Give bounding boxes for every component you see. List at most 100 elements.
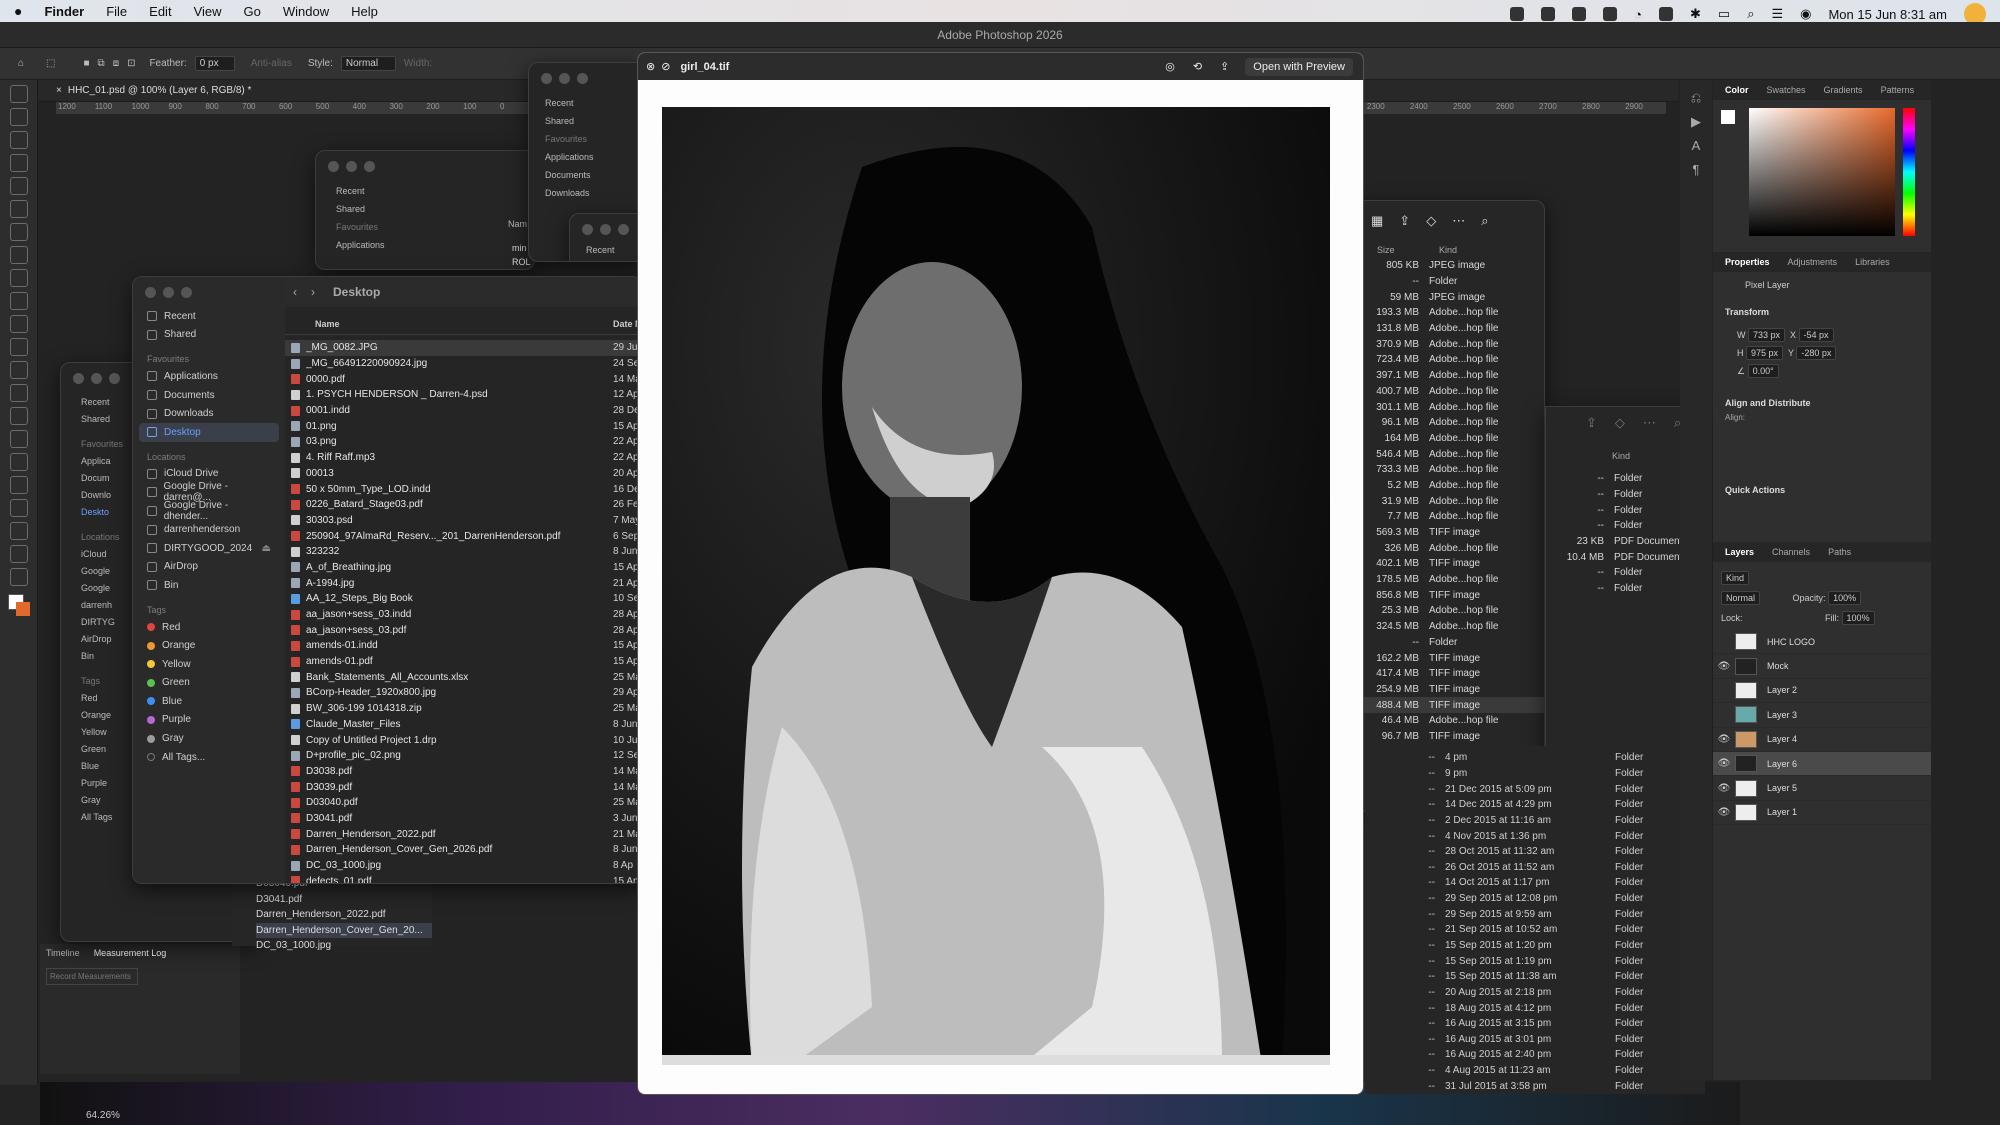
tab-layers[interactable]: Layers <box>1725 547 1754 557</box>
zoom-button[interactable] <box>181 287 192 298</box>
file-row[interactable]: 0000.pdf 14 Ma <box>285 371 641 387</box>
type-tool-icon[interactable] <box>10 453 28 471</box>
layer-row[interactable]: 👁 Mock <box>1713 654 1931 679</box>
foreground-swatch[interactable] <box>1721 110 1735 124</box>
minimize-button[interactable] <box>346 161 357 172</box>
sidebar-item-shared[interactable]: Shared <box>336 200 534 218</box>
style-select[interactable]: Normal <box>340 56 396 71</box>
layer-row[interactable]: Layer 3 <box>1713 703 1931 728</box>
tab-measurement-log[interactable]: Measurement Log <box>94 948 167 958</box>
file-row[interactable]: 7.7 MB Adobe...hop file <box>1361 509 1544 525</box>
file-row[interactable]: -- 2 Dec 2015 at 11:16 am Folder <box>1365 813 1705 829</box>
new-selection-icon[interactable]: ■ <box>84 58 90 69</box>
align-title[interactable]: Align and Distribute <box>1725 398 1811 408</box>
visibility-eye-icon[interactable]: 👁 <box>1713 807 1735 818</box>
status-icon[interactable] <box>1541 7 1556 21</box>
sidebar-item-downloads[interactable]: Downloads <box>133 404 285 423</box>
file-row[interactable]: 193.3 MB Adobe...hop file <box>1361 305 1544 321</box>
bluetooth-icon[interactable]: ✱ <box>1690 6 1701 22</box>
file-row[interactable]: 856.8 MB TIFF image <box>1361 587 1544 603</box>
more-icon[interactable]: ⋯ <box>1643 415 1656 431</box>
file-row[interactable]: amends-01.indd 15 Ap <box>285 638 641 654</box>
close-button[interactable] <box>582 224 593 235</box>
brush-tool-icon[interactable] <box>10 269 28 287</box>
column-header-name[interactable]: Name <box>315 319 613 334</box>
record-measurements-button[interactable]: Record Measurements <box>46 968 138 985</box>
file-row[interactable]: Darren_Henderson_Cover_Gen_2026.pdf 8 Jun <box>285 842 641 858</box>
file-row[interactable]: 723.4 MB Adobe...hop file <box>1361 352 1544 368</box>
file-row[interactable]: _MG_66491220090924.jpg 24 Se <box>285 356 641 372</box>
status-icon[interactable] <box>1510 7 1525 21</box>
file-row[interactable]: 546.4 MB Adobe...hop file <box>1361 446 1544 462</box>
back-icon[interactable]: ‹ <box>293 285 297 299</box>
file-row[interactable]: -- 4 pm Folder <box>1365 750 1705 766</box>
zoom-button[interactable] <box>618 224 629 235</box>
wifi-icon[interactable]: ◔ <box>1634 7 1642 22</box>
file-row[interactable]: Copy of Untitled Project 1.drp 10 Ju <box>285 732 641 748</box>
file-row[interactable]: -- 15 Sep 2015 at 1:20 pm Folder <box>1365 938 1705 954</box>
sidebar-item[interactable]: Downloads <box>545 184 647 202</box>
close-button[interactable] <box>541 73 552 84</box>
file-row[interactable]: -- 21 Dec 2015 at 5:09 pm Folder <box>1365 781 1705 797</box>
color-picker[interactable] <box>1749 108 1895 236</box>
feather-input[interactable]: 0 px <box>194 56 235 71</box>
sidebar-item-home[interactable]: darrenhenderson <box>133 520 285 539</box>
tab-adjustments[interactable]: Adjustments <box>1788 257 1838 267</box>
sidebar-item-applications[interactable]: Applications <box>133 367 285 386</box>
marquee-tool-icon[interactable] <box>10 108 28 126</box>
frame-tool-icon[interactable] <box>10 200 28 218</box>
column-header-size[interactable]: Size <box>1361 245 1439 255</box>
file-row[interactable]: -- 4 Aug 2015 at 11:23 am Folder <box>1365 1063 1705 1079</box>
menu-file[interactable]: File <box>106 4 127 19</box>
home-icon[interactable]: ⌂ <box>18 58 24 69</box>
zoom-button[interactable] <box>109 373 120 384</box>
column-header-kind[interactable]: Kind <box>1612 451 1630 461</box>
status-icon[interactable] <box>1603 7 1618 21</box>
file-row[interactable]: 0226_Batard_Stage03.pdf 26 Fe <box>285 497 641 513</box>
file-row[interactable]: 323232 8 Jun <box>285 544 641 560</box>
file-row[interactable]: D03040.pdf 25 Ma <box>285 795 641 811</box>
fullscreen-icon[interactable]: ⊘ <box>661 60 670 73</box>
layer-row[interactable]: 👁 Layer 5 <box>1713 776 1931 801</box>
add-selection-icon[interactable]: ⧉ <box>98 58 105 69</box>
healing-tool-icon[interactable] <box>10 246 28 264</box>
tag-item[interactable]: Purple <box>133 711 285 730</box>
file-row[interactable]: 178.5 MB Adobe...hop file <box>1361 572 1544 588</box>
file-row[interactable]: D3038.pdf 14 Ma <box>285 764 641 780</box>
list-item[interactable]: ROL <box>512 257 531 267</box>
file-row[interactable]: 30303.psd 7 May <box>285 513 641 529</box>
file-row[interactable]: 301.1 MB Adobe...hop file <box>1361 399 1544 415</box>
zoom-button[interactable] <box>577 73 588 84</box>
clock[interactable]: Mon 15 Jun 8:31 am <box>1828 7 1947 22</box>
eyedropper-tool-icon[interactable] <box>10 223 28 241</box>
menu-view[interactable]: View <box>194 4 222 19</box>
file-row[interactable]: -- 14 Dec 2015 at 4:29 pm Folder <box>1365 797 1705 813</box>
visibility-eye-icon[interactable]: 👁 <box>1713 734 1735 745</box>
file-row[interactable]: -- 29 Sep 2015 at 12:08 pm Folder <box>1365 891 1705 907</box>
visibility-eye-icon[interactable]: 👁 <box>1713 783 1735 794</box>
fill-input[interactable]: 100% <box>1841 611 1875 625</box>
tab-paths[interactable]: Paths <box>1828 547 1851 557</box>
marquee-icon[interactable]: ⬚ <box>46 58 55 69</box>
share-icon[interactable]: ⇪ <box>1220 60 1229 73</box>
tag-item[interactable]: All Tags... <box>133 748 285 767</box>
tag-icon[interactable]: ◇ <box>1615 415 1625 431</box>
subtract-selection-icon[interactable]: ⧈ <box>113 58 119 69</box>
control-center-icon[interactable]: ☰ <box>1771 6 1783 22</box>
tab-patterns[interactable]: Patterns <box>1881 85 1915 95</box>
sidebar-item-shared[interactable]: Shared <box>545 112 647 130</box>
file-row[interactable]: 805 KB JPEG image <box>1361 258 1544 274</box>
hand-tool-icon[interactable] <box>10 522 28 540</box>
tab-timeline[interactable]: Timeline <box>46 948 80 958</box>
file-row[interactable]: -- 18 Aug 2015 at 4:12 pm Folder <box>1365 1000 1705 1016</box>
tag-item[interactable]: Blue <box>133 692 285 711</box>
view-options-icon[interactable]: ▦ <box>1371 213 1383 229</box>
file-row[interactable]: -- 16 Aug 2015 at 2:40 pm Folder <box>1365 1047 1705 1063</box>
file-row[interactable]: -- 31 Jul 2015 at 3:58 pm Folder <box>1365 1078 1705 1094</box>
minimize-button[interactable] <box>91 373 102 384</box>
file-row[interactable]: _MG_0082.JPG 29 Ju <box>285 340 641 356</box>
open-with-preview-button[interactable]: Open with Preview <box>1245 57 1353 76</box>
sidebar-item[interactable]: Applications <box>545 148 647 166</box>
sidebar-item-shared[interactable]: Shared <box>133 326 285 345</box>
close-button[interactable] <box>328 161 339 172</box>
